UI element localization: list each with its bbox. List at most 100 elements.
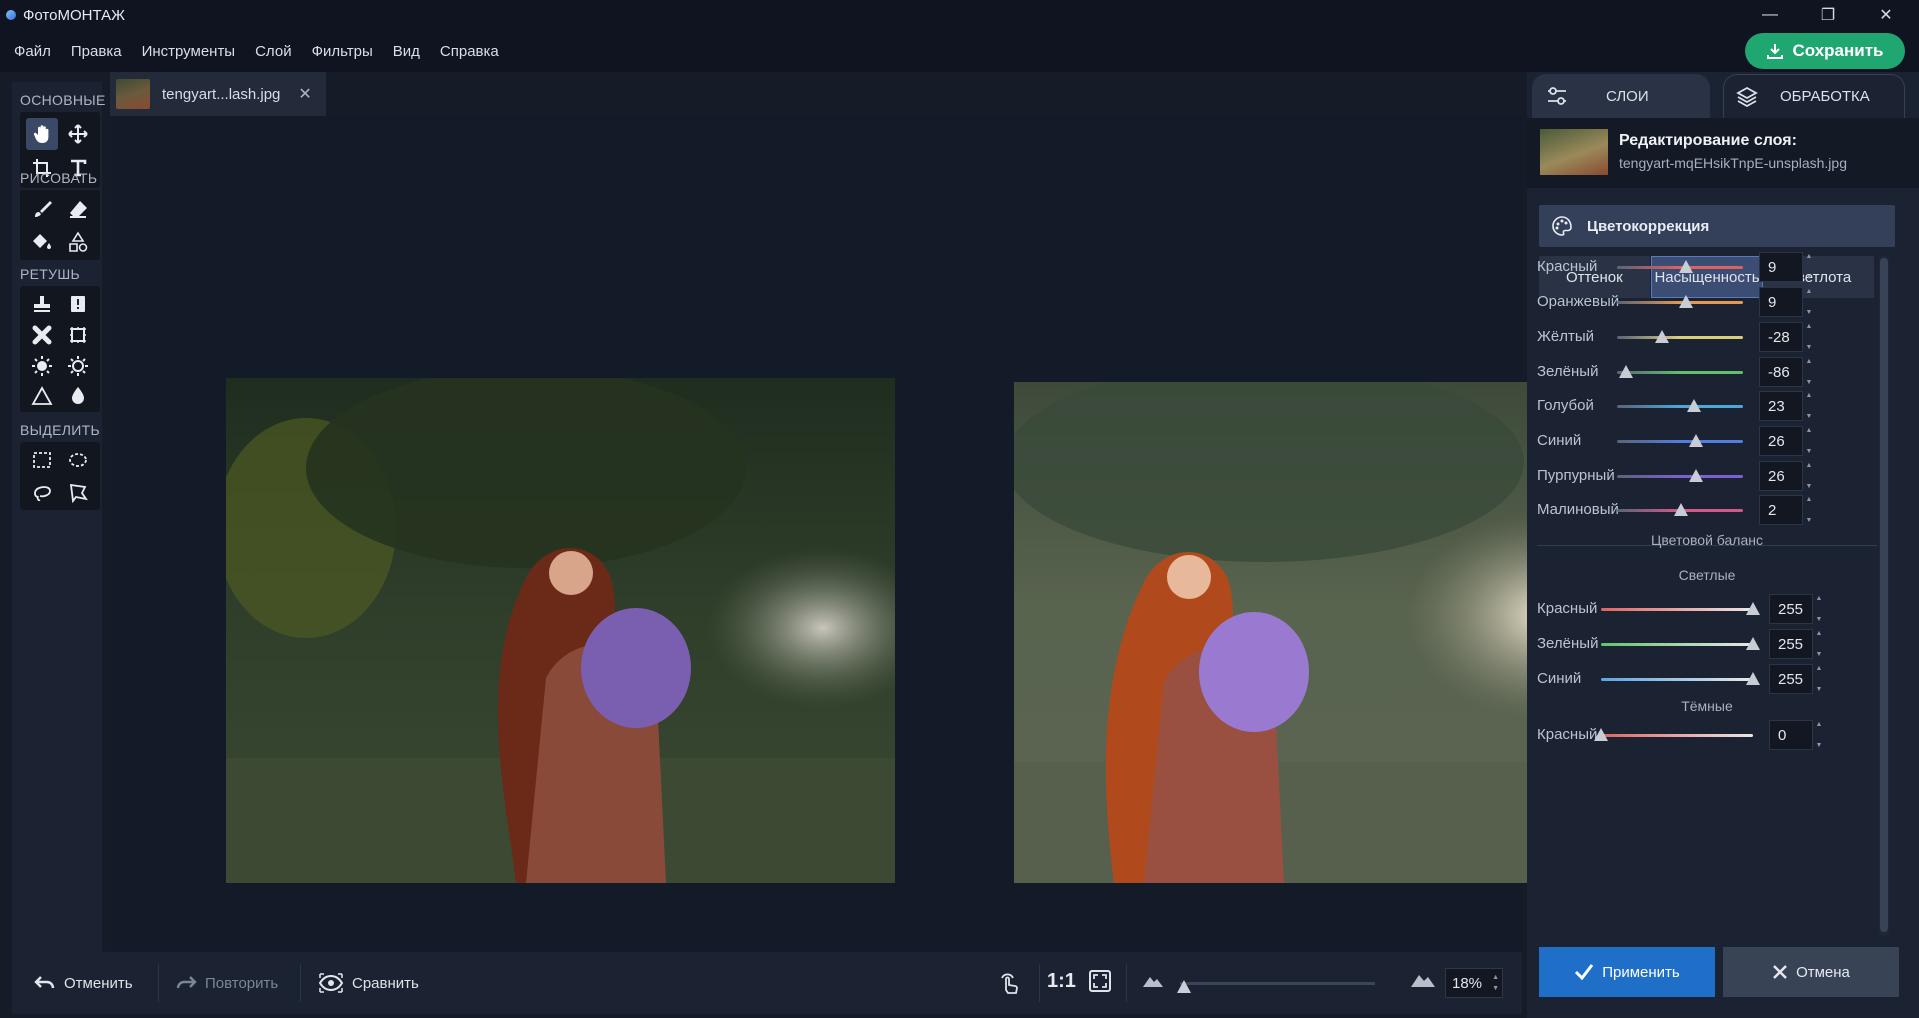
polygon-lasso-tool[interactable] <box>62 476 94 508</box>
panel-scrollbar[interactable] <box>1879 256 1889 936</box>
slider-spinner[interactable]: ▲ ▼ <box>1813 665 1825 693</box>
sharpen-tool[interactable] <box>26 380 58 412</box>
slider-value-input[interactable]: 0 <box>1769 720 1813 750</box>
patch-tool[interactable] <box>62 288 94 320</box>
slider-spinner[interactable]: ▲ ▼ <box>1813 721 1825 749</box>
ellipse-select-tool[interactable] <box>62 444 94 476</box>
slider-value-input[interactable]: 255 <box>1769 594 1813 624</box>
slider-value-input[interactable]: -86 <box>1759 357 1803 387</box>
slider-spinner[interactable]: ▲ ▼ <box>1803 323 1815 351</box>
stamp-tool[interactable] <box>26 288 58 320</box>
slider-track[interactable] <box>1601 734 1753 737</box>
slider-thumb[interactable] <box>1674 503 1689 516</box>
slider-thumb[interactable] <box>1746 602 1760 615</box>
document-tab[interactable]: tengyart...lash.jpg ✕ <box>110 72 326 116</box>
bottom-bar: Отменить Повторить Сравнить 1:1 18% ▲ ▼ <box>12 952 1522 1014</box>
slider-track[interactable] <box>1617 475 1743 478</box>
slider-track[interactable] <box>1601 678 1753 681</box>
slider-track[interactable] <box>1601 643 1753 646</box>
zoom-input[interactable]: 18% ▲ ▼ <box>1445 968 1503 998</box>
eraser-tool[interactable] <box>62 193 94 225</box>
minimize-button[interactable]: — <box>1742 0 1798 30</box>
close-tab-icon[interactable]: ✕ <box>298 84 311 104</box>
slider-spinner[interactable]: ▲ ▼ <box>1803 392 1815 420</box>
slider-spinner[interactable]: ▲ ▼ <box>1803 288 1815 316</box>
brush-tool[interactable] <box>26 193 58 225</box>
close-window-button[interactable]: ✕ <box>1858 0 1914 30</box>
slider-thumb[interactable] <box>1689 434 1704 447</box>
touch-gesture-button[interactable] <box>996 970 1022 1000</box>
apply-button[interactable]: Применить <box>1539 947 1715 997</box>
slider-track[interactable] <box>1617 336 1743 339</box>
restore-button[interactable]: ❐ <box>1800 0 1856 30</box>
zoom-out-icon[interactable] <box>1142 972 1164 992</box>
undo-button[interactable]: Отменить <box>34 974 133 992</box>
slider-spinner[interactable]: ▲ ▼ <box>1803 358 1815 386</box>
slider-thumb[interactable] <box>1678 295 1693 308</box>
slider-value-input[interactable]: 9 <box>1759 252 1803 282</box>
slider-spinner[interactable]: ▲ ▼ <box>1803 427 1815 455</box>
slider-spinner[interactable]: ▲ ▼ <box>1803 462 1815 490</box>
fill-tool[interactable] <box>26 226 58 258</box>
fit-screen-button[interactable] <box>1088 969 1112 997</box>
cancel-button[interactable]: Отмена <box>1723 947 1899 997</box>
menu-view[interactable]: Вид <box>393 43 420 60</box>
tab-layers[interactable]: СЛОИ <box>1532 74 1710 118</box>
zoom-in-icon[interactable] <box>1410 970 1436 992</box>
slider-thumb[interactable] <box>1746 637 1760 650</box>
slider-thumb[interactable] <box>1594 728 1608 741</box>
slider-track[interactable] <box>1617 440 1743 443</box>
slider-value-input[interactable]: 23 <box>1759 391 1803 421</box>
slider-spinner[interactable]: ▲ ▼ <box>1813 630 1825 658</box>
frame-tool[interactable] <box>62 319 94 351</box>
compare-button[interactable]: Сравнить <box>318 972 419 994</box>
slider-track[interactable] <box>1601 608 1753 611</box>
actual-size-button[interactable]: 1:1 <box>1047 970 1076 993</box>
shapes-tool[interactable] <box>62 226 94 258</box>
slider-value-input[interactable]: 26 <box>1759 461 1803 491</box>
zoom-slider-thumb[interactable] <box>1177 980 1191 993</box>
slider-value-input[interactable]: -28 <box>1759 322 1803 352</box>
shapes-icon <box>69 231 88 252</box>
slider-spinner[interactable]: ▲ ▼ <box>1813 595 1825 623</box>
darken-tool[interactable] <box>62 350 94 382</box>
slider-value-input[interactable]: 26 <box>1759 426 1803 456</box>
lasso-tool[interactable] <box>26 476 58 508</box>
slider-thumb[interactable] <box>1689 469 1704 482</box>
slider-value-input[interactable]: 9 <box>1759 287 1803 317</box>
slider-track[interactable] <box>1617 405 1743 408</box>
zoom-spinner[interactable]: ▲ ▼ <box>1492 972 1499 994</box>
lighten-tool[interactable] <box>26 350 58 382</box>
hand-tool[interactable] <box>26 118 58 150</box>
slider-row: Оранжевый 9 ▲ ▼ <box>1537 287 1877 317</box>
slider-value-input[interactable]: 2 <box>1759 495 1803 525</box>
menu-layer[interactable]: Слой <box>255 43 291 60</box>
rect-select-tool[interactable] <box>26 444 58 476</box>
slider-thumb[interactable] <box>1618 365 1633 378</box>
menu-edit[interactable]: Правка <box>71 43 122 60</box>
redo-button[interactable]: Повторить <box>175 974 278 992</box>
slider-spinner[interactable]: ▲ ▼ <box>1803 496 1815 524</box>
tool-group-draw: РИСОВАТЬ <box>20 170 98 186</box>
healing-tool[interactable] <box>26 319 58 351</box>
color-correction-section[interactable]: Цветокоррекция <box>1539 205 1895 247</box>
slider-thumb[interactable] <box>1655 330 1670 343</box>
save-button[interactable]: Сохранить <box>1745 33 1905 69</box>
slider-thumb[interactable] <box>1687 399 1702 412</box>
menu-help[interactable]: Справка <box>440 43 499 60</box>
canvas-area[interactable] <box>110 116 1626 952</box>
slider-thumb[interactable] <box>1678 260 1693 273</box>
slider-value-input[interactable]: 255 <box>1769 629 1813 659</box>
menu-tools[interactable]: Инструменты <box>142 43 236 60</box>
panel-scrollbar-thumb[interactable] <box>1880 258 1888 932</box>
zoom-slider-track[interactable] <box>1180 982 1375 985</box>
slider-thumb[interactable] <box>1746 672 1760 685</box>
menu-file[interactable]: Файл <box>14 43 51 60</box>
move-tool[interactable] <box>62 118 94 150</box>
tab-processing[interactable]: ОБРАБОТКА <box>1723 74 1905 118</box>
slider-track[interactable] <box>1617 371 1743 374</box>
menu-filters[interactable]: Фильтры <box>312 43 373 60</box>
slider-spinner[interactable]: ▲ ▼ <box>1803 253 1815 281</box>
slider-value-input[interactable]: 255 <box>1769 664 1813 694</box>
blur-tool[interactable] <box>62 380 94 412</box>
